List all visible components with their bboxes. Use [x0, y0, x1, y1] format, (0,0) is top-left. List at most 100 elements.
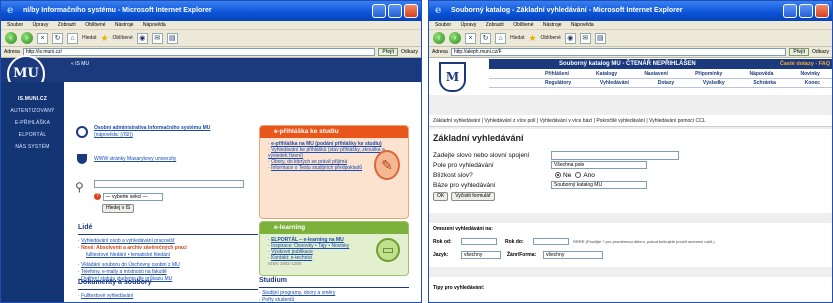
mu-shield-logo-icon: M: [439, 62, 466, 92]
nav-item[interactable]: Novinky: [801, 70, 820, 78]
radio-no[interactable]: [555, 172, 561, 178]
breadcrumb[interactable]: « IS MU: [71, 61, 89, 67]
print-icon[interactable]: ▤: [594, 32, 606, 44]
is-help-link[interactable]: (nápověda: (/ISI)): [94, 132, 133, 138]
back-icon[interactable]: ‹: [5, 32, 17, 44]
forward-icon[interactable]: ›: [449, 32, 461, 44]
faq-link[interactable]: Časté dotazy - FAQ: [780, 59, 830, 69]
nav-item[interactable]: Vyhledávání: [600, 79, 629, 87]
maximize-button[interactable]: [388, 4, 402, 18]
section-select[interactable]: — vyberte sekci —: [102, 193, 163, 202]
address-input[interactable]: http://is.muni.cz/: [22, 48, 376, 56]
year-from-label: Rok od:: [433, 238, 452, 245]
mail-icon[interactable]: ✉: [151, 32, 163, 44]
menu-item[interactable]: Nápověda: [571, 22, 594, 28]
refresh-icon[interactable]: ↻: [480, 32, 491, 44]
is-search-input[interactable]: [94, 180, 244, 188]
nav-item[interactable]: Konec: [805, 79, 820, 87]
home-icon[interactable]: ⌂: [67, 32, 78, 44]
nav-item[interactable]: Dotazy: [658, 79, 674, 87]
is-admin-link[interactable]: Osobní administrativa Informačního systé…: [94, 125, 210, 131]
year-to-input[interactable]: [533, 238, 569, 245]
year-hint: RRRR (Použijte ? pro proměnnou dělení, p…: [573, 239, 715, 244]
base-select[interactable]: Souborný katalog MU: [551, 181, 647, 189]
menu-item[interactable]: Nástroje: [543, 22, 562, 28]
menu-item[interactable]: Oblíbené: [85, 22, 105, 28]
favorites-button[interactable]: Oblíbené: [541, 35, 561, 41]
nav-item[interactable]: Přihlášení: [545, 70, 569, 78]
search-button[interactable]: Hledat: [82, 35, 96, 41]
menu-item[interactable]: Soubor: [435, 22, 451, 28]
menu-item[interactable]: Nápověda: [143, 22, 166, 28]
menu-item[interactable]: Zobrazit: [58, 22, 76, 28]
eprihlaska-item[interactable]: Vyhledávání ke přihlášků (stav přihlášky…: [268, 147, 385, 159]
field-select[interactable]: Všechna pole: [551, 161, 647, 169]
format-select[interactable]: všechny: [543, 250, 603, 259]
sidebar-item-authenticated[interactable]: AUTENTIZOVANÝ: [1, 108, 64, 114]
go-button[interactable]: Přejít: [789, 48, 810, 56]
lang-label: Jazyk:: [433, 251, 449, 258]
lide-item-new[interactable]: Nové: Absolventi a archiv závěrečných pr…: [81, 245, 187, 251]
sidebar-item-elportal[interactable]: ELPORTÁL: [1, 132, 64, 138]
go-button[interactable]: Přejít: [378, 48, 399, 56]
forward-icon[interactable]: ›: [21, 32, 33, 44]
links-label[interactable]: Odkazy: [401, 49, 418, 55]
help-question-icon[interactable]: ?: [94, 193, 101, 200]
lide-item[interactable]: Vkládání souboru do Úschovny osobní z MU: [81, 262, 180, 268]
media-icon[interactable]: ◉: [136, 32, 148, 44]
lide-item[interactable]: Telefony, e-maily a místnosti na fakultě: [81, 269, 167, 275]
dokumenty-item[interactable]: Fulltextové vyhledávání: [81, 293, 133, 299]
links-label[interactable]: Odkazy: [812, 49, 829, 55]
sidebar-item-eprihlaska[interactable]: E-PŘIHLÁŠKA: [1, 120, 64, 126]
lide-subitem[interactable]: fulltextové hledání • tematické hledání: [86, 252, 170, 258]
eprihlaska-item[interactable]: Informace o Testu studijních předpokladů: [271, 165, 362, 171]
favorites-button[interactable]: Oblíbené: [113, 35, 133, 41]
maximize-button[interactable]: [799, 4, 813, 18]
limits-box: Omezení vyhledávání na: Rok od: Rok do: …: [429, 223, 832, 267]
minimize-button[interactable]: [372, 4, 386, 18]
lide-item[interactable]: Vyhledávání osob a vyhledávání pracovišť: [81, 238, 175, 244]
refresh-icon[interactable]: ↻: [52, 32, 63, 44]
stop-icon[interactable]: ×: [465, 32, 476, 44]
query-input[interactable]: [551, 150, 679, 160]
studium-item[interactable]: Studijní programy, obory a směry: [262, 290, 335, 296]
stop-icon[interactable]: ×: [37, 32, 48, 44]
media-icon[interactable]: ◉: [564, 32, 576, 44]
nav-item[interactable]: Nastavení: [644, 70, 668, 78]
menu-item[interactable]: Úpravy: [461, 22, 477, 28]
back-icon[interactable]: ‹: [433, 32, 445, 44]
mu-header-bar: [1, 58, 421, 82]
nav-item[interactable]: Nápověda: [749, 70, 773, 78]
close-button[interactable]: [404, 4, 418, 18]
nav-item[interactable]: Schránka: [753, 79, 776, 87]
www-link[interactable]: WWW stránky Masarykovy univerzity: [94, 156, 176, 162]
mail-icon[interactable]: ✉: [579, 32, 591, 44]
ok-button[interactable]: OK: [433, 191, 449, 201]
catalog-nav: Přihlášení Katalogy Nastavení Připomínky…: [489, 70, 832, 88]
menu-item[interactable]: Úpravy: [33, 22, 49, 28]
menu-item[interactable]: Zobrazit: [486, 22, 504, 28]
sidebar-item-system[interactable]: NÁS SYSTÉM: [1, 144, 64, 150]
clear-form-button[interactable]: Vyčistit formulář: [451, 191, 495, 201]
sidebar-item-is[interactable]: IS.MUNI.CZ: [1, 96, 64, 102]
nav-item[interactable]: Regulátory: [545, 79, 571, 87]
search-type-links[interactable]: Základní vyhledávání | Vyhledávání z víc…: [429, 115, 832, 127]
menu-item[interactable]: Soubor: [7, 22, 23, 28]
nav-item[interactable]: Výsledky: [703, 79, 725, 87]
is-search-button[interactable]: Hledej v IS: [102, 204, 135, 213]
lang-select[interactable]: všechny: [461, 250, 501, 259]
form-heading: Základní vyhledávání: [433, 133, 524, 143]
print-icon[interactable]: ▤: [166, 32, 178, 44]
radio-yes[interactable]: [575, 172, 582, 178]
nav-item[interactable]: Připomínky: [695, 70, 722, 78]
menu-item[interactable]: Oblíbené: [513, 22, 533, 28]
search-button[interactable]: Hledat: [510, 35, 524, 41]
home-icon[interactable]: ⌂: [495, 32, 506, 44]
year-from-input[interactable]: [461, 238, 497, 245]
address-input[interactable]: http://aleph.muni.cz/F: [450, 48, 787, 56]
minimize-button[interactable]: [783, 4, 797, 18]
close-button[interactable]: [815, 4, 829, 18]
menu-item[interactable]: Nástroje: [115, 22, 134, 28]
studium-item[interactable]: Pořty studentů: [262, 297, 294, 302]
nav-item[interactable]: Katalogy: [596, 70, 617, 78]
